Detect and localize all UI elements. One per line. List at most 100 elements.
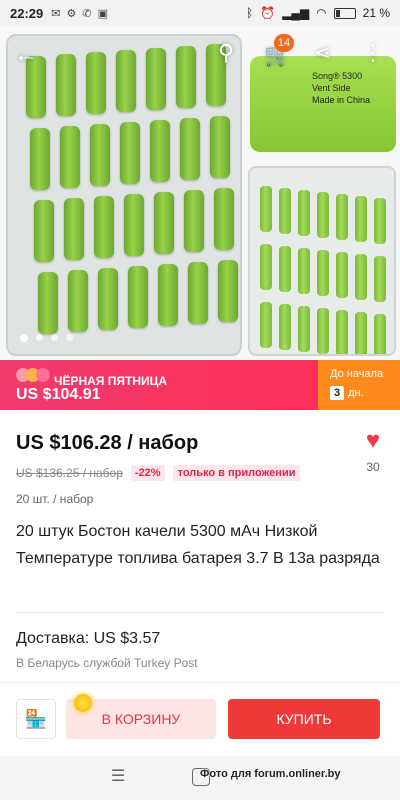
share-icon[interactable]: ⋖: [314, 40, 344, 70]
battery-cell: [60, 126, 80, 188]
menu-icon[interactable]: ☰: [108, 766, 128, 786]
battery-cell: [146, 48, 166, 110]
battery-cell: [374, 314, 386, 354]
pack-label-line: Song® 5300: [312, 71, 363, 81]
heart-icon[interactable]: ♥: [360, 429, 386, 453]
battery-cell: [218, 260, 238, 322]
battery-tray-image: [6, 34, 242, 356]
search-icon[interactable]: ⚲: [218, 40, 248, 70]
delivery-service: В Беларусь службой Turkey Post: [16, 656, 198, 670]
battery-cell: [355, 312, 367, 354]
battery-cell: [298, 248, 310, 294]
wishlist-count: 30: [366, 460, 380, 474]
alarm-icon: ⏰: [260, 6, 276, 20]
status-time: 22:29: [10, 5, 44, 21]
battery-cell: [279, 304, 291, 350]
battery-cell: [355, 196, 367, 242]
status-notification-icons: ✉ ⚙ ✆ ▣: [51, 7, 108, 20]
battery-cell: [176, 46, 196, 108]
battery-cell: [64, 198, 84, 260]
divider: [16, 612, 384, 613]
battery-cell: [317, 192, 329, 238]
countdown-value: 3: [330, 386, 345, 400]
pagination-dot[interactable]: [51, 334, 58, 341]
battery-pack-label: Song® 5300 Vent Side Made in China: [312, 70, 370, 106]
battery-cell: [94, 196, 114, 258]
battery-cell: [214, 188, 234, 250]
coin-sparkle-icon: [74, 694, 92, 712]
battery-cell: [180, 118, 200, 180]
pagination-dot[interactable]: [66, 334, 73, 341]
buy-now-button[interactable]: КУПИТЬ: [228, 699, 380, 739]
promo-countdown: До начала 3 дн.: [318, 360, 400, 410]
pagination-dot[interactable]: [20, 333, 28, 342]
battery-cell: [150, 120, 170, 182]
battery-cell: [336, 194, 348, 240]
battery-cell: [374, 256, 386, 302]
battery-cell: [336, 310, 348, 354]
delivery-price[interactable]: Доставка: US $3.57: [16, 630, 160, 648]
battery-cell: [210, 116, 230, 178]
battery-cell: [154, 192, 174, 254]
battery-cell: [374, 198, 386, 244]
product-image-gallery[interactable]: Song® 5300 Vent Side Made in China: [0, 26, 400, 360]
gallery-pagination: [20, 333, 73, 342]
battery-percent: 21 %: [362, 6, 390, 20]
battery-cell: [336, 252, 348, 298]
battery-cell: [90, 124, 110, 186]
back-arrow-icon[interactable]: ←: [14, 40, 44, 70]
more-options-icon[interactable]: ⋮: [362, 40, 384, 70]
battery-cell: [34, 200, 54, 262]
battery-cell: [279, 188, 291, 234]
promo-balloons-icon: [16, 368, 50, 382]
battery-cell: [260, 186, 272, 232]
notification-icon: ✉: [51, 7, 61, 20]
battery-cell: [184, 190, 204, 252]
battery-cell: [298, 190, 310, 236]
signal-icon: ▂▄▆: [282, 6, 310, 20]
quantity-per-set: 20 шт. / набор: [16, 492, 94, 506]
store-button[interactable]: 🏪: [16, 699, 56, 739]
wifi-icon: ◠: [316, 6, 327, 20]
battery-cell: [355, 254, 367, 300]
battery-cell: [56, 54, 76, 116]
battery-cell: [124, 194, 144, 256]
bottom-action-bar: 🏪 В КОРЗИНУ КУПИТЬ: [0, 682, 400, 756]
battery-cell: [30, 128, 50, 190]
price-details-row: US $136.25 / набор -22% только в приложе…: [16, 465, 301, 481]
image-icon: ▣: [97, 7, 108, 20]
pack-label-line: Made in China: [312, 95, 371, 105]
battery-icon: [333, 7, 356, 19]
promo-price: US $104.91: [16, 386, 101, 403]
battery-cell: [116, 50, 136, 112]
black-friday-banner[interactable]: ЧЁРНАЯ ПЯТНИЦА US $104.91 До начала 3 дн…: [0, 360, 400, 410]
watermark: Фото для forum.onliner.by: [200, 768, 341, 780]
pagination-dot[interactable]: [36, 334, 43, 341]
settings-icon: ⚙: [66, 7, 77, 20]
bluetooth-icon: ᛒ: [246, 6, 254, 20]
discount-badge: -22%: [130, 465, 165, 481]
battery-cell: [98, 268, 118, 330]
battery-cell: [158, 264, 178, 326]
battery-cell: [279, 246, 291, 292]
store-icon: 🏪: [24, 708, 48, 729]
battery-cell: [38, 272, 58, 334]
countdown-caption: До начала: [330, 368, 384, 380]
battery-cell: [317, 308, 329, 354]
battery-cell: [188, 262, 208, 324]
countdown-days: 3 дн.: [330, 386, 364, 400]
battery-cell: [68, 270, 88, 332]
product-price: US $106.28 / набор: [16, 432, 199, 454]
app-only-badge: только в приложении: [172, 465, 301, 481]
phone-icon: ✆: [82, 7, 92, 20]
battery-cell: [317, 250, 329, 296]
status-system-icons: ᛒ ⏰ ▂▄▆ ◠ 21 %: [246, 6, 390, 20]
battery-cell: [298, 306, 310, 352]
battery-cell: [128, 266, 148, 328]
pack-label-line: Vent Side: [312, 83, 351, 93]
battery-tray-side-image: [248, 166, 396, 356]
cart-count-badge: 14: [274, 34, 294, 52]
product-title: 20 штук Бостон качели 5300 мАч Низкой Те…: [16, 523, 380, 567]
status-bar: 22:29 ✉ ⚙ ✆ ▣ ᛒ ⏰ ▂▄▆ ◠ 21 %: [0, 0, 400, 26]
old-price: US $136.25 / набор: [16, 466, 123, 480]
